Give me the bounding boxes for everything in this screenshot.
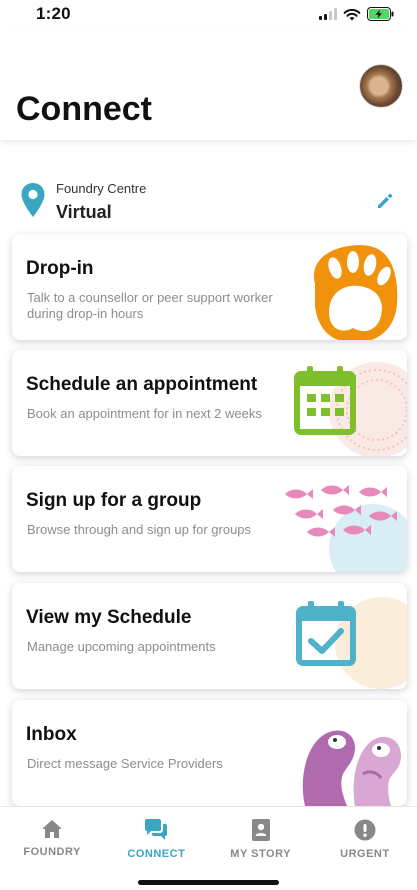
signal-icon <box>319 8 337 20</box>
home-indicator[interactable] <box>138 880 279 885</box>
card-title: Inbox <box>26 724 77 745</box>
nav-label: FOUNDRY <box>23 846 81 858</box>
wifi-icon <box>343 8 361 20</box>
nav-item-urgent[interactable]: URGENT <box>313 807 417 890</box>
status-time: 1:20 <box>36 4 71 23</box>
card-inbox[interactable]: Inbox Direct message Service Providers <box>12 700 407 806</box>
calendar-grid-icon <box>294 362 407 456</box>
nav-label: CONNECT <box>127 848 186 860</box>
location-selector[interactable]: Foundry Centre Virtual <box>20 178 400 226</box>
card-sign-up-group[interactable]: Sign up for a group Browse through and s… <box>12 466 407 572</box>
card-description: Talk to a counsellor or peer support wor… <box>27 290 273 321</box>
card-title: View my Schedule <box>26 607 192 628</box>
card-drop-in[interactable]: Drop-in Talk to a counsellor or peer sup… <box>12 234 407 340</box>
location-label: Foundry Centre <box>56 181 147 196</box>
card-description: Manage upcoming appointments <box>27 639 216 654</box>
card-title: Sign up for a group <box>26 490 202 511</box>
avatar[interactable] <box>359 64 403 108</box>
calendar-check-icon <box>296 597 407 689</box>
card-title: Schedule an appointment <box>26 374 258 395</box>
page-title: Connect <box>16 90 152 128</box>
bottom-nav: FOUNDRY CONNECT MY STORY URGENT <box>0 806 417 890</box>
edit-pencil-icon[interactable] <box>376 192 394 210</box>
nav-label: URGENT <box>340 848 390 860</box>
location-value: Virtual <box>56 202 112 222</box>
card-title: Drop-in <box>26 258 94 279</box>
nav-item-foundry[interactable]: FOUNDRY <box>0 807 104 890</box>
status-bar: 1:20 <box>0 0 417 28</box>
card-schedule-appointment[interactable]: Schedule an appointment Book an appointm… <box>12 350 407 456</box>
card-description: Book an appointment for in next 2 weeks <box>27 406 262 421</box>
alert-icon <box>354 819 376 841</box>
battery-charging-icon <box>367 7 394 21</box>
card-description: Browse through and sign up for groups <box>27 522 252 537</box>
nav-item-my-story[interactable]: MY STORY <box>209 807 313 890</box>
fish-school-icon <box>285 485 407 572</box>
status-icons <box>319 7 395 21</box>
bear-paw-icon <box>313 245 398 340</box>
card-view-schedule[interactable]: View my Schedule Manage upcoming appoint… <box>12 583 407 689</box>
chat-bubbles-icon <box>145 819 168 840</box>
location-pin-icon <box>21 183 45 217</box>
home-icon <box>42 820 63 838</box>
nav-item-connect[interactable]: CONNECT <box>104 807 208 890</box>
otters-icon <box>302 730 401 806</box>
card-description: Direct message Service Providers <box>27 756 223 771</box>
nav-label: MY STORY <box>230 848 291 860</box>
journal-icon <box>251 819 270 841</box>
